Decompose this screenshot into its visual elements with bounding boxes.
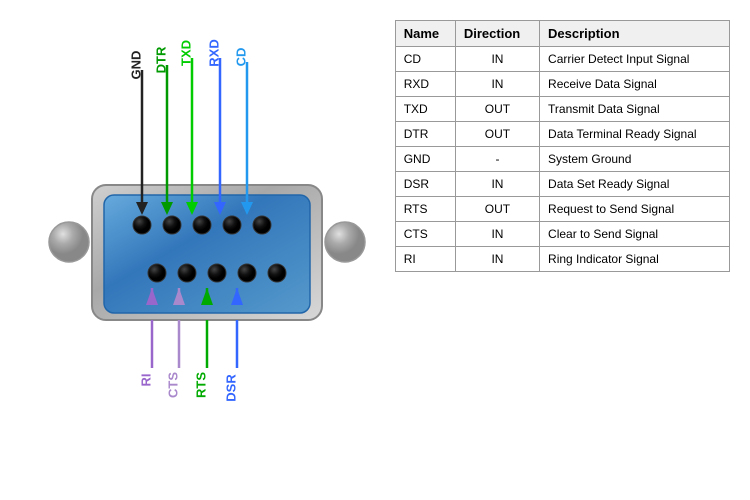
svg-text:RTS: RTS <box>194 372 209 398</box>
signal-name: CD <box>395 47 455 72</box>
svg-text:RXD: RXD <box>207 39 222 66</box>
signal-direction: IN <box>455 247 539 272</box>
svg-text:DSR: DSR <box>224 374 239 402</box>
signal-description: Data Set Ready Signal <box>540 172 730 197</box>
signal-name: GND <box>395 147 455 172</box>
signal-description: Clear to Send Signal <box>540 222 730 247</box>
signal-table: Name Direction Description CDINCarrier D… <box>395 20 730 272</box>
signal-name: DTR <box>395 122 455 147</box>
signal-description: Request to Send Signal <box>540 197 730 222</box>
signal-direction: OUT <box>455 197 539 222</box>
signal-direction: - <box>455 147 539 172</box>
signal-name: TXD <box>395 97 455 122</box>
table-row: DTROUTData Terminal Ready Signal <box>395 122 729 147</box>
col-description-header: Description <box>540 21 730 47</box>
col-name-header: Name <box>395 21 455 47</box>
signal-name: RI <box>395 247 455 272</box>
table-row: TXDOUTTransmit Data Signal <box>395 97 729 122</box>
signal-description: Data Terminal Ready Signal <box>540 122 730 147</box>
signal-description: Transmit Data Signal <box>540 97 730 122</box>
table-row: DSRINData Set Ready Signal <box>395 172 729 197</box>
svg-text:RI: RI <box>139 374 154 387</box>
signal-direction: IN <box>455 72 539 97</box>
signal-name: DSR <box>395 172 455 197</box>
svg-text:CD: CD <box>234 48 249 67</box>
signal-description: Receive Data Signal <box>540 72 730 97</box>
table-row: RXDINReceive Data Signal <box>395 72 729 97</box>
table-header-row: Name Direction Description <box>395 21 729 47</box>
table-row: RTSOUTRequest to Send Signal <box>395 197 729 222</box>
table-row: CTSINClear to Send Signal <box>395 222 729 247</box>
signal-description: Carrier Detect Input Signal <box>540 47 730 72</box>
signal-name: RTS <box>395 197 455 222</box>
signal-direction: OUT <box>455 97 539 122</box>
table-row: RIINRing Indicator Signal <box>395 247 729 272</box>
svg-text:CTS: CTS <box>166 372 181 398</box>
signal-name: RXD <box>395 72 455 97</box>
signal-name: CTS <box>395 222 455 247</box>
signal-direction: IN <box>455 222 539 247</box>
signal-description: System Ground <box>540 147 730 172</box>
connector-diagram: GND DTR TXD RXD CD RI CTS RTS <box>20 10 395 490</box>
signal-description: Ring Indicator Signal <box>540 247 730 272</box>
signal-direction: IN <box>455 47 539 72</box>
signal-table-section: Name Direction Description CDINCarrier D… <box>395 10 730 490</box>
signal-direction: OUT <box>455 122 539 147</box>
diagram-svg: GND DTR TXD RXD CD RI CTS RTS <box>37 10 377 490</box>
svg-text:DTR: DTR <box>154 46 169 73</box>
svg-text:GND: GND <box>129 51 144 80</box>
signal-direction: IN <box>455 172 539 197</box>
table-row: GND-System Ground <box>395 147 729 172</box>
table-row: CDINCarrier Detect Input Signal <box>395 47 729 72</box>
col-direction-header: Direction <box>455 21 539 47</box>
svg-text:TXD: TXD <box>179 40 194 66</box>
